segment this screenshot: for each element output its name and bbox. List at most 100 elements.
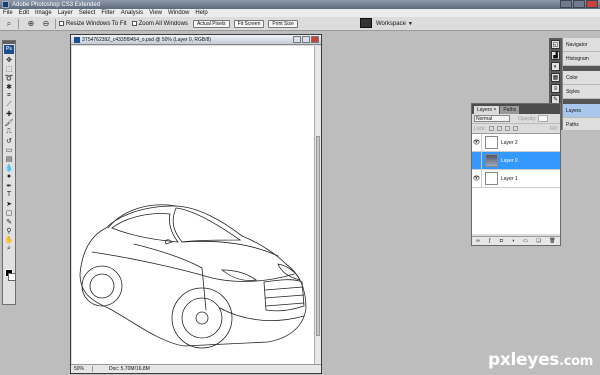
background-color-swatch[interactable] [8,273,16,281]
scrollbar-thumb[interactable] [316,136,320,336]
car-side-window [111,213,179,243]
delete-layer-icon[interactable]: 🗑 [549,238,555,244]
menu-window[interactable]: Window [168,10,189,16]
actual-pixels-button[interactable]: Actual Pixels [192,19,230,28]
hand-tool-icon[interactable]: ✋ [3,235,15,244]
menu-edit[interactable]: Edit [19,10,29,16]
new-layer-icon[interactable]: ❏ [536,238,540,244]
workspace-menu[interactable]: Workspace ▼ [376,19,413,28]
doc-maximize-button[interactable] [302,36,310,43]
zoom-out-icon[interactable]: ⊖ [40,19,52,29]
history-brush-icon[interactable]: ↺ [3,136,15,145]
visibility-eye-icon[interactable]: 👁 [472,133,482,152]
doc-close-button[interactable] [311,36,319,43]
document-title: 3T54762392_c4335f9454_o.psd @ 50% (Layer… [82,36,212,43]
layer-style-icon[interactable]: ƒ [488,238,491,244]
slice-tool-icon[interactable]: ⟋ [3,100,15,109]
menu-view[interactable]: View [149,10,162,16]
zoom-in-icon[interactable]: ⊕ [25,19,37,29]
car-rear-wheel [81,265,123,307]
document-title-bar[interactable]: 3T54762392_c4335f9454_o.psd @ 50% (Layer… [71,35,321,45]
image-canvas[interactable] [72,46,315,364]
zoom-tool-icon[interactable]: ⌕ [3,19,15,29]
tab-close-icon[interactable]: × [493,107,496,113]
dodge-tool-icon[interactable]: ● [3,172,15,181]
pen-tool-icon[interactable]: ✒ [3,181,15,190]
layer-row-layer-2[interactable]: 👁 Layer 2 [472,133,560,152]
eyedropper-tool-icon[interactable]: ⚲ [3,226,15,235]
color-icon[interactable]: ◐ [551,62,560,71]
fit-screen-button[interactable]: Fit Screen [233,19,265,28]
panel-layers[interactable]: Layers [563,104,600,118]
brush-tool-icon[interactable]: 🖌 [3,118,15,127]
vertical-scrollbar[interactable] [314,46,321,364]
panel-color[interactable]: Color [563,71,600,85]
tab-paths[interactable]: Paths [500,106,520,114]
opacity-field[interactable] [538,115,549,122]
blur-tool-icon[interactable]: 💧 [3,163,15,172]
close-button[interactable] [586,0,598,8]
lasso-tool-icon[interactable]: ➰ [3,73,15,82]
layer-row-layer-0[interactable]: Layer 0 [472,151,560,170]
panel-paths[interactable]: Paths [563,118,600,132]
link-layers-icon[interactable]: ∞ [476,238,480,244]
styles-icon[interactable]: ▦ [551,73,560,82]
zoom-all-windows-checkbox[interactable]: Zoom All Windows [131,21,188,27]
lock-all-icon[interactable] [512,126,518,131]
magic-wand-tool-icon[interactable]: ✱ [3,82,15,91]
collapsed-panels: Navigator Histogram Color Styles Layers … [562,38,600,132]
car-door-line [133,243,207,311]
menu-image[interactable]: Image [35,10,52,16]
menu-filter[interactable]: Filter [101,10,114,16]
menu-layer[interactable]: Layer [58,10,73,16]
maximize-button[interactable] [573,0,585,8]
lock-pixels-icon[interactable] [496,126,502,131]
histogram-icon[interactable]: ▟ [551,51,560,60]
healing-brush-icon[interactable]: ✚ [3,109,15,118]
lock-position-icon[interactable] [504,126,510,131]
type-tool-icon[interactable]: T [3,190,15,199]
visibility-eye-icon-hidden[interactable] [472,151,482,170]
panel-navigator[interactable]: Navigator [563,38,600,52]
menu-file[interactable]: File [3,10,13,16]
move-tool-icon[interactable]: ✥ [3,55,15,64]
shape-tool-icon[interactable]: ▢ [3,208,15,217]
zoom-level-field[interactable]: 50% [71,366,93,372]
car-windshield [172,207,242,243]
layer-row-layer-1[interactable]: 👁 Layer 1 [472,169,560,188]
marquee-tool-icon[interactable]: ⬚ [3,64,15,73]
doc-minimize-button[interactable] [293,36,301,43]
photoshop-logo[interactable]: Ps [4,45,14,54]
adjustment-layer-icon[interactable]: ◑ [511,238,514,244]
workspace-label: Workspace [376,20,406,27]
layers-icon[interactable]: ≡ [551,84,560,93]
notes-tool-icon[interactable]: ✎ [3,217,15,226]
print-size-button[interactable]: Print Size [268,19,298,28]
layer-mask-icon[interactable]: ◘ [500,238,503,244]
eraser-tool-icon[interactable]: ▭ [3,145,15,154]
blend-mode-select[interactable]: Normal [474,115,510,122]
gradient-tool-icon[interactable]: ▤ [3,154,15,163]
navigator-icon[interactable]: ◱ [551,40,560,49]
panel-styles[interactable]: Styles [563,85,600,99]
minimize-button[interactable] [560,0,572,8]
layer-thumbnail [485,136,498,149]
resize-windows-checkbox[interactable]: Resize Windows To Fit [59,21,127,27]
panel-histogram[interactable]: Histogram [563,52,600,66]
workspace-icon[interactable] [360,18,372,28]
menu-analysis[interactable]: Analysis [121,10,143,16]
zoom-tool-box-icon[interactable]: ⌕ [3,244,15,253]
layer-name: Layer 2 [501,139,518,146]
lock-transparency-icon[interactable] [488,126,494,131]
car-grille-slat [264,286,305,307]
new-group-icon[interactable]: ▭ [523,238,528,244]
menu-help[interactable]: Help [195,10,207,16]
path-selection-icon[interactable]: ➤ [3,199,15,208]
car-mirror [165,239,173,245]
visibility-eye-icon[interactable]: 👁 [472,169,482,188]
crop-tool-icon[interactable]: ⌗ [3,91,15,100]
tab-layers[interactable]: Layers × [474,106,500,114]
menu-select[interactable]: Select [79,10,96,16]
toolbox-grip[interactable] [3,41,15,44]
clone-stamp-icon[interactable]: ⎍ [3,127,15,136]
